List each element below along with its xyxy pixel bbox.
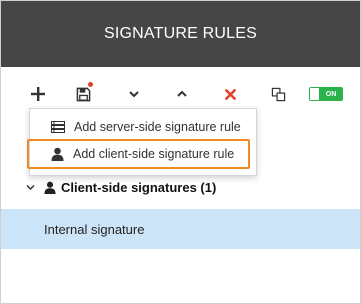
chevron-down-icon	[129, 91, 139, 98]
floppy-disk-icon	[76, 87, 90, 101]
signature-name: Internal signature	[44, 221, 145, 237]
unsaved-indicator	[88, 82, 93, 87]
client-side-signatures-group[interactable]: Client-side signatures (1)	[1, 175, 360, 199]
toggle-knob	[310, 88, 320, 100]
user-icon	[49, 146, 65, 162]
server-icon	[50, 119, 66, 135]
toggle-label: ON	[320, 88, 342, 100]
enable-toggle[interactable]: ON	[309, 87, 343, 101]
toolbar	[1, 77, 360, 109]
menu-item-label: Add server-side signature rule	[74, 120, 241, 134]
copy-icon	[271, 87, 285, 101]
group-label: Client-side signatures (1)	[61, 179, 217, 195]
add-rule-dropdown: Add server-side signature rule Add clien…	[27, 108, 257, 176]
signature-list-item[interactable]: Internal signature	[1, 209, 360, 249]
menu-item-label: Add client-side signature rule	[73, 147, 235, 161]
chevron-down-icon	[26, 184, 36, 191]
chevron-up-icon	[177, 90, 187, 97]
delete-button[interactable]	[219, 83, 241, 105]
save-button[interactable]	[72, 82, 94, 105]
plus-icon	[31, 87, 45, 101]
add-server-side-rule-item[interactable]: Add server-side signature rule	[36, 114, 250, 140]
add-client-side-rule-item[interactable]: Add client-side signature rule	[27, 139, 250, 169]
move-up-button[interactable]	[171, 83, 193, 105]
close-x-icon	[224, 88, 236, 100]
user-icon	[44, 181, 56, 194]
move-down-button[interactable]	[123, 83, 145, 105]
copy-button[interactable]	[267, 83, 289, 105]
panel-title: SIGNATURE RULES	[104, 25, 257, 42]
signature-rules-panel: SIGNATURE RULES ON Add server-side signa…	[0, 0, 361, 304]
add-button[interactable]	[27, 83, 49, 105]
panel-header: SIGNATURE RULES	[1, 1, 360, 67]
